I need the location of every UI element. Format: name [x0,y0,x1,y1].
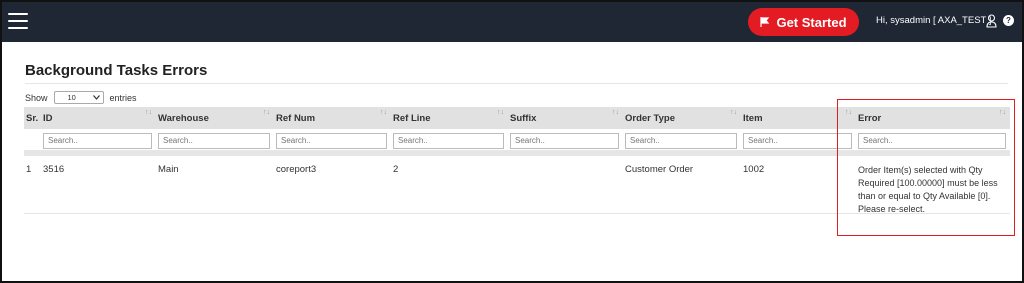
search-input-item[interactable] [743,132,852,149]
table-header-row: Sr. ID ↑↓ Warehouse ↑↓ Ref Num ↑↓ Ref Line ↑… [24,107,1010,129]
chevron-down-icon [92,95,100,100]
sort-icon[interactable]: ↑↓ [497,109,504,116]
cell-error: Order Item(s) selected with Qty Required… [858,165,998,214]
content-card: Background Tasks Errors Show 10 entries … [15,50,1010,275]
entries-control: Show 10 entries [25,91,137,104]
search-input-ref-num[interactable] [276,132,387,149]
title-divider [25,83,1008,84]
table-row[interactable]: 1 3516 Main coreport3 2 Customer Order 1… [24,156,1010,214]
page-title: Background Tasks Errors [25,62,208,79]
sort-icon[interactable]: ↑↓ [845,109,852,116]
user-icon[interactable] [986,14,997,28]
hamburger-icon[interactable] [8,13,28,29]
header-id[interactable]: ID ↑↓ [41,107,156,129]
search-input-order-type[interactable] [625,132,737,149]
header-ref-line[interactable]: Ref Line ↑↓ [391,107,508,129]
cell-suffix [508,164,623,213]
top-navbar: Get Started Hi, sysadmin [ AXA_TEST ] ? [2,2,1022,42]
search-input-suffix[interactable] [510,132,619,149]
header-order-type[interactable]: Order Type ↑↓ [623,107,741,129]
entries-select[interactable]: 10 [53,91,104,104]
cell-ref-num: coreport3 [276,164,317,175]
cell-warehouse: Main [158,164,179,175]
search-input-ref-line[interactable] [393,132,504,149]
search-input-id[interactable] [43,132,152,149]
sort-icon[interactable]: ↑↓ [263,109,270,116]
flag-icon [760,17,770,27]
show-label: Show [25,92,48,103]
errors-table: Sr. ID ↑↓ Warehouse ↑↓ Ref Num ↑↓ Ref Line ↑… [24,107,1010,214]
sort-icon[interactable]: ↑↓ [999,109,1006,116]
sort-icon[interactable]: ↑↓ [612,109,619,116]
sort-icon[interactable]: ↑↓ [380,109,387,116]
search-input-error[interactable] [858,132,1006,149]
entries-value: 10 [67,93,76,102]
cell-sr: 1 [26,164,32,175]
header-item[interactable]: Item ↑↓ [741,107,856,129]
sort-icon[interactable]: ↑↓ [730,109,737,116]
user-greeting[interactable]: Hi, sysadmin [ AXA_TEST ] [876,15,991,26]
cell-ref-line: 2 [393,164,399,175]
get-started-button[interactable]: Get Started [748,8,859,36]
sort-icon[interactable]: ↑↓ [145,109,152,116]
header-warehouse[interactable]: Warehouse ↑↓ [156,107,274,129]
cell-item: 1002 [743,164,765,175]
header-ref-num[interactable]: Ref Num ↑↓ [274,107,391,129]
search-input-warehouse[interactable] [158,132,270,149]
header-error[interactable]: Error ↑↓ [856,107,1010,129]
get-started-label: Get Started [776,14,847,30]
header-suffix[interactable]: Suffix ↑↓ [508,107,623,129]
entries-label: entries [109,92,137,103]
column-search-row [24,129,1010,150]
cell-order-type: Customer Order [625,164,694,175]
help-icon[interactable]: ? [1003,15,1014,26]
cell-id: 3516 [43,164,65,175]
header-sr[interactable]: Sr. [24,107,41,129]
